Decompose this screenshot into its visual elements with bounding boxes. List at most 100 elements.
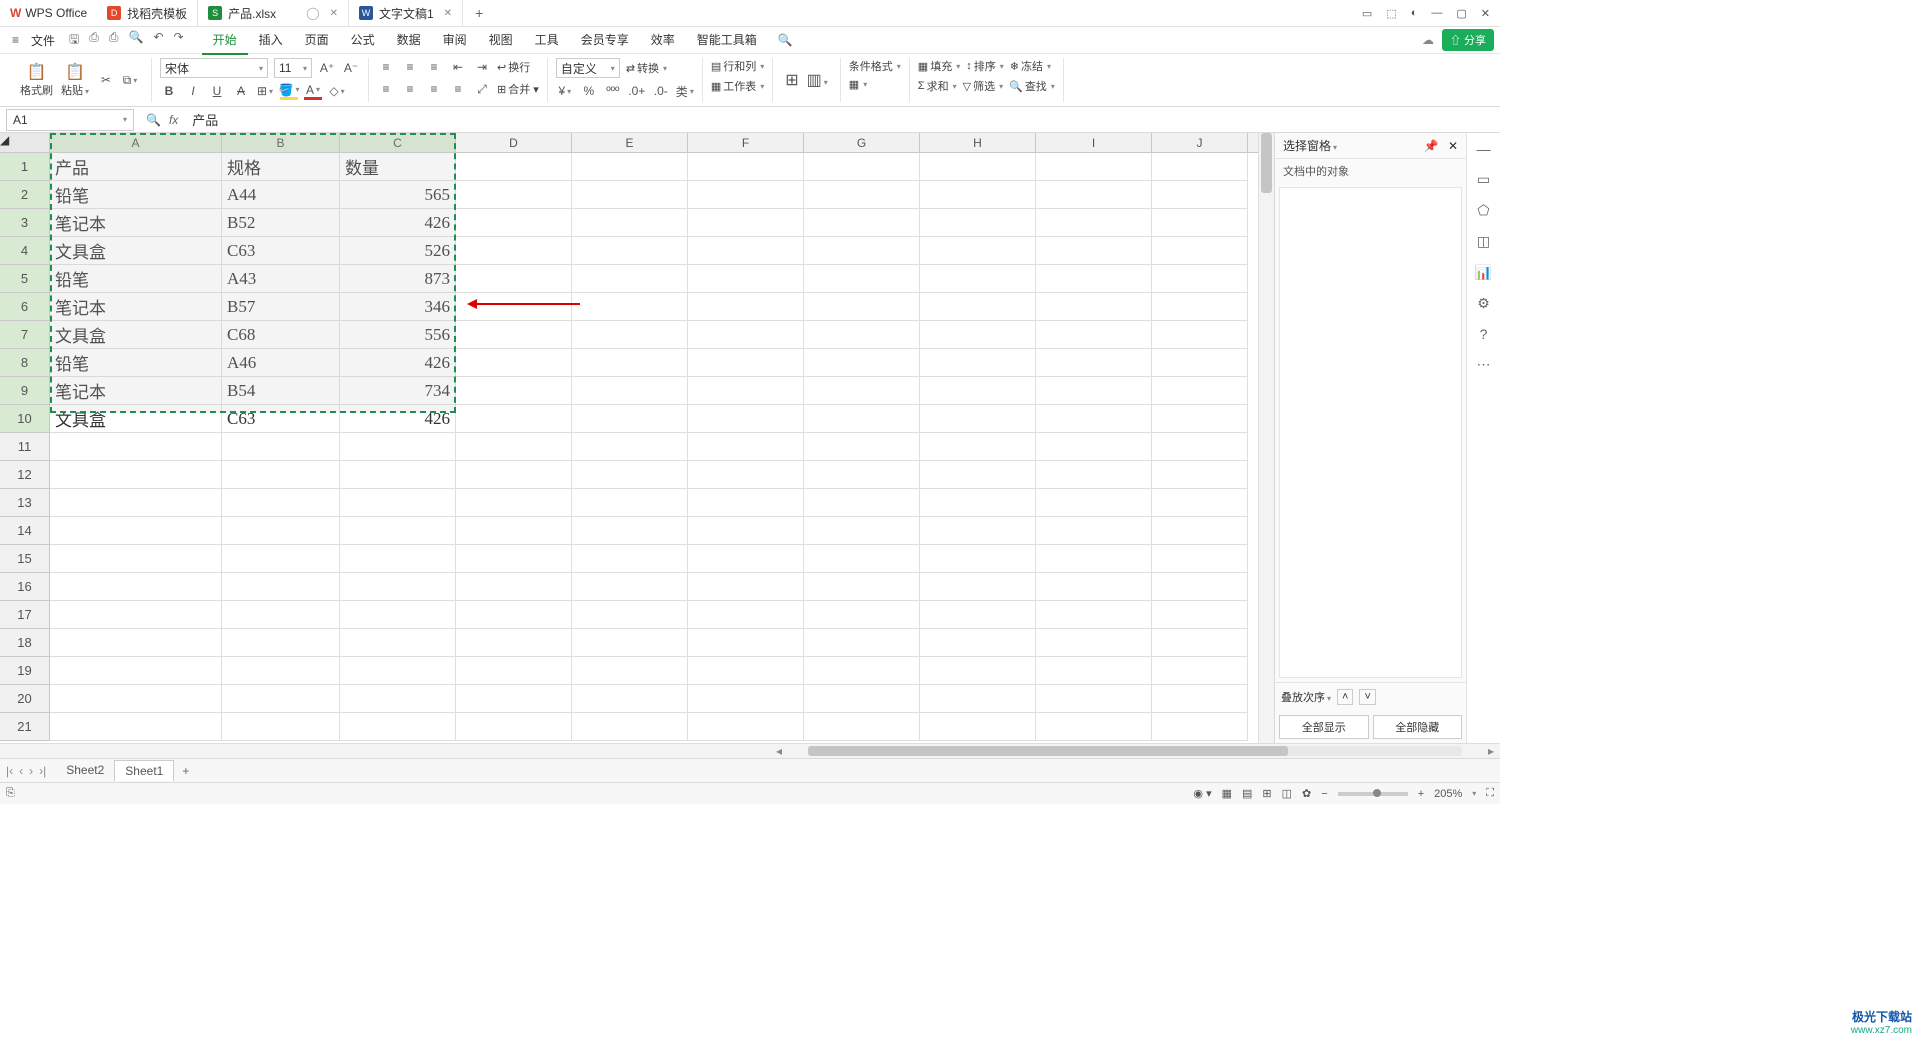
align-bottom-icon[interactable]: ≡ <box>425 58 443 76</box>
cell[interactable] <box>50 461 222 489</box>
cell[interactable] <box>456 713 572 741</box>
cell[interactable] <box>572 237 688 265</box>
cell[interactable] <box>340 713 456 741</box>
increase-font-icon[interactable]: A⁺ <box>318 59 336 77</box>
row-header[interactable]: 7 <box>0 321 50 349</box>
add-sheet-button[interactable]: + <box>174 764 197 778</box>
fullscreen-icon[interactable]: ⛶ <box>1486 787 1494 800</box>
cell[interactable] <box>920 209 1036 237</box>
file-menu[interactable]: 文件 <box>25 32 61 49</box>
row-header[interactable]: 8 <box>0 349 50 377</box>
link-icon[interactable]: ⎙ <box>89 30 99 51</box>
fx-icon[interactable]: fx <box>169 113 178 127</box>
cell[interactable] <box>1036 377 1152 405</box>
cell[interactable] <box>804 489 920 517</box>
cell[interactable] <box>572 377 688 405</box>
cell[interactable]: 铅笔 <box>50 265 222 293</box>
cell[interactable] <box>50 545 222 573</box>
cell[interactable] <box>920 349 1036 377</box>
cell[interactable]: 数量 <box>340 153 456 181</box>
row-header[interactable]: 3 <box>0 209 50 237</box>
orientation-icon[interactable]: ⤢ <box>473 80 491 98</box>
tab-close-icon[interactable]: ✕ <box>444 8 452 19</box>
order-select[interactable]: 叠放次序 <box>1281 689 1331 705</box>
row-header[interactable]: 6 <box>0 293 50 321</box>
cell[interactable] <box>456 153 572 181</box>
cell[interactable] <box>920 657 1036 685</box>
border-button[interactable]: ⊞ <box>256 82 274 100</box>
view-break-icon[interactable]: ⊞ <box>1262 787 1271 800</box>
row-header[interactable]: 13 <box>0 489 50 517</box>
hide-all-button[interactable]: 全部隐藏 <box>1373 715 1463 739</box>
cell[interactable] <box>1152 685 1248 713</box>
cell[interactable] <box>572 573 688 601</box>
new-tab-button[interactable]: + <box>463 5 495 21</box>
cell[interactable] <box>572 517 688 545</box>
cell[interactable] <box>920 517 1036 545</box>
cell[interactable] <box>222 713 340 741</box>
menu-item[interactable]: 工具 <box>524 26 570 55</box>
row-header[interactable]: 9 <box>0 377 50 405</box>
indent-dec-icon[interactable]: ⇤ <box>449 58 467 76</box>
cell[interactable] <box>572 181 688 209</box>
cell[interactable] <box>804 153 920 181</box>
document-tab[interactable]: W文字文稿1✕ <box>349 0 463 26</box>
cell[interactable] <box>688 349 804 377</box>
cell[interactable] <box>804 657 920 685</box>
font-name-select[interactable]: 宋体▾ <box>160 58 268 78</box>
row-header[interactable]: 21 <box>0 713 50 741</box>
cell[interactable] <box>688 181 804 209</box>
copy-icon[interactable]: ⧉ <box>121 71 139 89</box>
cell[interactable] <box>804 517 920 545</box>
select-all-corner[interactable]: ◢ <box>0 133 50 152</box>
column-header[interactable]: I <box>1036 133 1152 152</box>
cell[interactable] <box>456 321 572 349</box>
cell[interactable] <box>920 601 1036 629</box>
cell[interactable] <box>688 601 804 629</box>
cell[interactable]: 文具盒 <box>50 237 222 265</box>
cell[interactable] <box>456 629 572 657</box>
cell[interactable] <box>572 293 688 321</box>
fill-button[interactable]: ▦ 填充 <box>918 58 960 74</box>
cell[interactable] <box>920 713 1036 741</box>
cell[interactable] <box>456 405 572 433</box>
cell[interactable] <box>1152 349 1248 377</box>
zoom-in-button[interactable]: + <box>1418 788 1424 800</box>
cell[interactable] <box>1152 237 1248 265</box>
cell[interactable] <box>50 657 222 685</box>
decimal-inc-icon[interactable]: .0+ <box>628 82 646 100</box>
row-header[interactable]: 10 <box>0 405 50 433</box>
formula-input[interactable]: 产品 <box>184 110 226 129</box>
paste-button[interactable]: 📋粘贴 <box>57 56 93 104</box>
cell[interactable] <box>920 265 1036 293</box>
cell[interactable]: 346 <box>340 293 456 321</box>
cell[interactable] <box>688 321 804 349</box>
hamburger-icon[interactable]: ≡ <box>6 33 25 47</box>
sheet-last-icon[interactable]: ›| <box>39 764 46 778</box>
align-top-icon[interactable]: ≡ <box>377 58 395 76</box>
sum-button[interactable]: Σ 求和 <box>918 78 957 94</box>
cell[interactable] <box>340 433 456 461</box>
row-col-button[interactable]: ▤ 行和列 <box>711 58 764 74</box>
view-page-icon[interactable]: ▤ <box>1242 787 1252 800</box>
cell[interactable] <box>572 629 688 657</box>
menu-item[interactable]: 数据 <box>386 26 432 55</box>
cell[interactable] <box>804 405 920 433</box>
menu-item[interactable]: 公式 <box>340 26 386 55</box>
decrease-font-icon[interactable]: A⁻ <box>342 59 360 77</box>
cut-icon[interactable]: ✂ <box>97 71 115 89</box>
cell[interactable] <box>1036 517 1152 545</box>
cell[interactable] <box>1152 517 1248 545</box>
cell[interactable] <box>50 629 222 657</box>
cell[interactable] <box>1036 349 1152 377</box>
cell[interactable] <box>688 489 804 517</box>
save-icon[interactable]: 🖫 <box>69 30 79 51</box>
fill-color-button[interactable]: 🪣 <box>280 82 298 100</box>
menu-item[interactable]: 审阅 <box>432 26 478 55</box>
cell[interactable] <box>50 489 222 517</box>
cell[interactable]: B52 <box>222 209 340 237</box>
settings-icon[interactable]: ⚙ <box>1477 295 1490 312</box>
filter-button[interactable]: ▽ 筛选 <box>963 78 1003 94</box>
cell[interactable] <box>920 153 1036 181</box>
cell[interactable] <box>804 377 920 405</box>
